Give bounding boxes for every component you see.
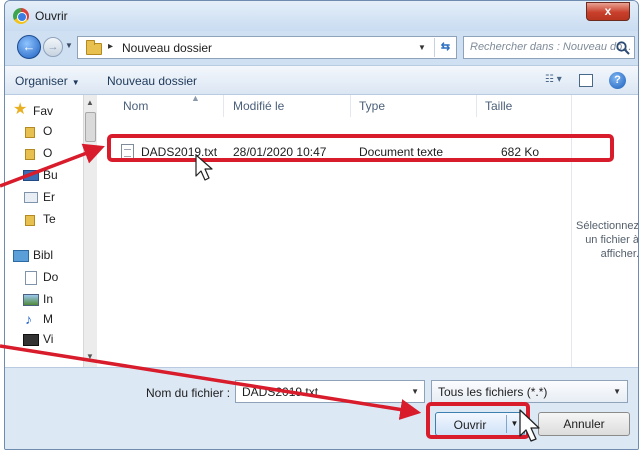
preview-pane-icon[interactable]: [579, 74, 593, 87]
path-field[interactable]: ▸ Nouveau dossier ▼ ⇆: [77, 36, 457, 59]
column-divider[interactable]: [476, 95, 477, 117]
dialog-title: Ouvrir: [35, 9, 68, 23]
column-label: Nom: [123, 99, 149, 113]
nav-item-label: Do: [43, 270, 59, 284]
nav-item-label: Fav: [33, 104, 54, 118]
scroll-thumb[interactable]: [85, 112, 96, 142]
filename-field[interactable]: DADS2019.txt ▼: [235, 380, 425, 403]
preview-line: un fichier à: [585, 234, 639, 246]
close-button[interactable]: x: [586, 2, 630, 21]
dialog-footer: Nom du fichier : DADS2019.txt ▼ Tous les…: [5, 367, 638, 449]
file-type-select[interactable]: Tous les fichiers (*.*) ▼: [431, 380, 628, 403]
view-options-icon[interactable]: ☷ ▾: [545, 74, 567, 88]
open-button-highlight-box: [426, 402, 530, 439]
library-icon: [13, 250, 29, 262]
star-icon: ★: [13, 101, 28, 118]
file-highlight-box: [107, 134, 614, 162]
preview-line: afficher.: [600, 248, 639, 260]
documents-icon: [25, 271, 37, 285]
column-header-name[interactable]: Nom ▲: [123, 93, 200, 119]
filename-value[interactable]: DADS2019.txt: [242, 385, 318, 399]
open-file-dialog: Ouvrir x ← → ▼ ▸ Nouveau dossier ▼ ⇆ Rec…: [4, 0, 639, 450]
file-type-value: Tous les fichiers (*.*): [438, 385, 548, 399]
scroll-down-icon[interactable]: ▼: [86, 352, 94, 361]
nav-item-label: O: [43, 124, 53, 138]
folder-icon: [25, 215, 35, 226]
videos-icon: [23, 334, 39, 346]
search-placeholder: Rechercher dans : Nouveau do...: [470, 41, 632, 53]
music-icon: ♪: [25, 311, 32, 327]
nav-item-label: Vi: [43, 332, 54, 346]
column-header-size[interactable]: Taille: [485, 95, 512, 119]
back-button[interactable]: ←: [17, 35, 41, 59]
search-input[interactable]: Rechercher dans : Nouveau do...: [463, 36, 635, 59]
chevron-down-icon: ▼: [71, 78, 80, 87]
search-icon[interactable]: [615, 40, 631, 56]
column-divider[interactable]: [223, 95, 224, 117]
scroll-up-icon[interactable]: ▲: [86, 98, 94, 107]
filename-label: Nom du fichier :: [146, 386, 231, 400]
help-icon[interactable]: ?: [609, 72, 626, 89]
title-bar: Ouvrir x: [5, 1, 638, 31]
folder-icon: [25, 149, 35, 160]
chevron-down-icon[interactable]: ▼: [418, 43, 426, 52]
refresh-button[interactable]: ⇆: [434, 38, 456, 57]
preview-line: Sélectionnez: [576, 220, 639, 232]
nav-item-label: Te: [43, 212, 56, 226]
desktop-icon: [23, 170, 39, 181]
column-header-type[interactable]: Type: [359, 95, 385, 119]
nav-item-label: M: [43, 312, 53, 326]
path-arrow-icon[interactable]: ▸: [108, 41, 113, 52]
folder-icon: [25, 127, 35, 138]
chevron-down-icon[interactable]: ▼: [411, 387, 419, 396]
organize-menu[interactable]: Organiser ▼: [15, 74, 80, 88]
chrome-icon: [13, 8, 29, 24]
column-header-modified[interactable]: Modifié le: [233, 95, 284, 119]
nav-item-label: In: [43, 292, 54, 306]
nav-item-label: Er: [43, 190, 55, 204]
cancel-button[interactable]: Annuler: [538, 412, 630, 436]
organize-label: Organiser: [15, 74, 68, 88]
sort-arrow-icon: ▲: [191, 93, 200, 103]
address-bar: ← → ▼ ▸ Nouveau dossier ▼ ⇆ Rechercher d…: [5, 31, 638, 65]
navigation-pane: ★ Fav O O Bu Er Te Bibl Do In ♪ M Vi ▲ ▼: [5, 95, 101, 367]
recent-locations-dropdown[interactable]: ▼: [65, 41, 73, 50]
network-icon: [24, 192, 38, 203]
chevron-down-icon[interactable]: ▼: [613, 387, 621, 396]
forward-button[interactable]: →: [43, 37, 63, 57]
images-icon: [23, 294, 39, 306]
folder-icon: [86, 40, 102, 55]
nav-item-label: O: [43, 146, 53, 160]
preview-message: Sélectionnez un fichier à afficher.: [572, 219, 639, 261]
nav-item-label: Bibl: [33, 248, 54, 262]
command-bar: Organiser ▼ Nouveau dossier ☷ ▾ ?: [5, 65, 638, 95]
nav-scrollbar[interactable]: ▲ ▼: [83, 95, 97, 367]
new-folder-button[interactable]: Nouveau dossier: [107, 74, 197, 88]
breadcrumb[interactable]: Nouveau dossier: [122, 41, 212, 55]
nav-item-label: Bu: [43, 168, 58, 182]
column-divider[interactable]: [350, 95, 351, 117]
